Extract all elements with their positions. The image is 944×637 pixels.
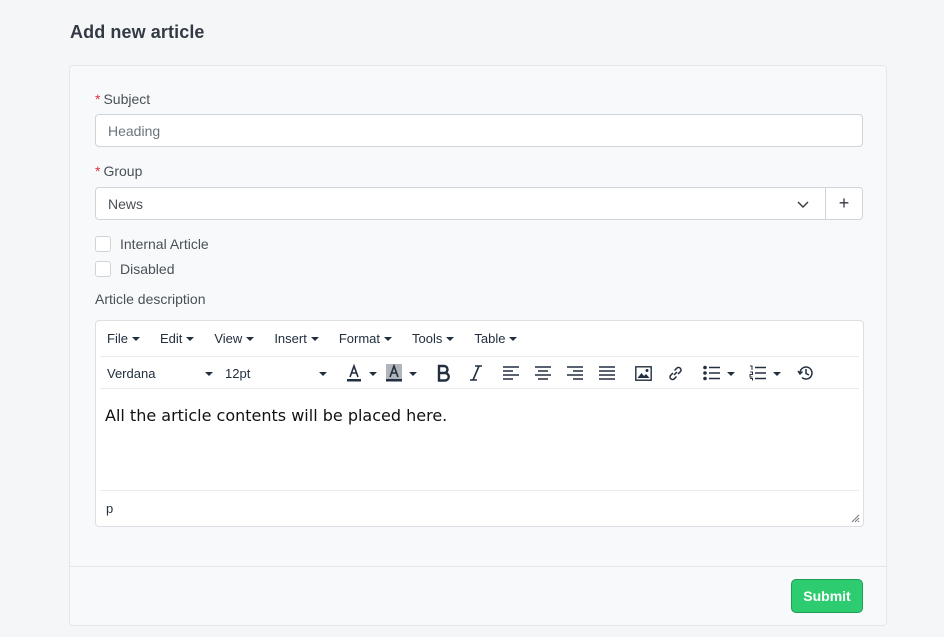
bullet-list-icon — [703, 365, 720, 381]
background-color-icon — [386, 363, 402, 382]
editor-content[interactable]: All the article contents will be placed … — [105, 406, 447, 425]
element-path[interactable]: p — [106, 501, 113, 516]
menu-tools[interactable]: Tools — [412, 330, 455, 346]
caret-icon — [409, 371, 417, 376]
font-size-select[interactable]: 12pt — [225, 357, 327, 389]
subject-label: * Subject — [95, 91, 150, 107]
group-select-value: News — [108, 195, 144, 212]
text-color-icon — [347, 363, 361, 382]
insert-link-button[interactable] — [667, 357, 684, 389]
font-size-value: 12pt — [225, 365, 251, 381]
background-color-button[interactable] — [385, 357, 417, 389]
bold-button[interactable] — [436, 357, 450, 389]
group-select-group: News + — [95, 187, 863, 220]
align-right-button[interactable] — [567, 357, 583, 389]
disabled-checkbox[interactable] — [95, 261, 111, 277]
menu-format[interactable]: Format — [339, 331, 392, 346]
internal-article-checkbox[interactable] — [95, 236, 111, 252]
editor-statusbar: p — [100, 490, 859, 526]
menu-file-label: File — [107, 330, 128, 346]
font-family-value: Verdana — [107, 365, 156, 381]
menu-format-label: Format — [338, 330, 380, 346]
align-center-icon — [535, 366, 551, 380]
caret-icon — [384, 336, 392, 341]
menu-view[interactable]: View — [214, 330, 255, 346]
disabled-label: Disabled — [120, 261, 175, 277]
image-icon — [635, 365, 652, 381]
rich-text-editor: File Edit View Insert Format Tools Table… — [95, 320, 864, 527]
link-icon — [669, 366, 682, 380]
menu-table-label: Table — [474, 330, 506, 346]
italic-icon — [470, 365, 482, 381]
justify-icon — [599, 366, 615, 380]
caret-icon — [131, 336, 140, 341]
group-select[interactable]: News — [96, 188, 825, 219]
numbered-list-icon — [749, 365, 766, 381]
font-family-select[interactable]: Verdana — [107, 357, 213, 389]
caret-icon — [446, 336, 455, 341]
internal-article-option: Internal Article — [95, 236, 209, 252]
menu-edit-label: Edit — [159, 330, 183, 346]
article-form-card: * Subject Heading * Group News + Internal … — [69, 65, 887, 626]
caret-icon — [205, 372, 213, 376]
align-center-button[interactable] — [535, 357, 551, 389]
caret-icon — [369, 371, 377, 376]
justify-button[interactable] — [599, 357, 615, 389]
caret-icon — [310, 336, 319, 341]
editor-menubar: File Edit View Insert Format Tools Table — [96, 321, 863, 355]
menu-file[interactable]: File — [107, 331, 140, 346]
resize-handle-icon[interactable] — [851, 514, 860, 523]
add-group-button[interactable]: + — [825, 188, 862, 219]
disabled-option: Disabled — [95, 261, 174, 277]
submit-button[interactable]: Submit — [791, 579, 863, 613]
subject-label-text: Subject — [103, 91, 151, 107]
required-marker: * — [95, 91, 101, 107]
caret-icon — [509, 336, 518, 341]
bullet-list-button[interactable] — [703, 357, 735, 389]
caret-icon — [246, 336, 255, 341]
italic-button[interactable] — [469, 357, 483, 389]
footer-divider — [70, 566, 886, 567]
menu-view-label: View — [214, 330, 243, 346]
caret-icon — [186, 336, 195, 341]
internal-article-label: Internal Article — [120, 236, 209, 252]
history-button[interactable] — [797, 357, 815, 389]
chevron-down-icon — [797, 201, 809, 208]
page-title: Add new article — [70, 22, 205, 42]
group-label: * Group — [95, 163, 142, 179]
menu-edit[interactable]: Edit — [159, 330, 195, 346]
text-color-button[interactable] — [345, 357, 377, 389]
numbered-list-button[interactable] — [749, 357, 781, 389]
subject-placeholder: Heading — [108, 122, 161, 139]
caret-icon — [727, 371, 735, 376]
bold-icon — [437, 364, 450, 382]
history-icon — [797, 366, 813, 380]
required-marker: * — [95, 163, 101, 179]
description-label: Article description — [95, 291, 206, 307]
group-label-text: Group — [103, 163, 143, 179]
align-right-icon — [567, 366, 583, 380]
insert-image-button[interactable] — [635, 357, 652, 389]
plus-icon: + — [838, 193, 850, 213]
align-left-button[interactable] — [503, 357, 519, 389]
caret-icon — [773, 371, 781, 376]
menu-insert-label: Insert — [274, 330, 307, 346]
menu-table[interactable]: Table — [474, 330, 518, 346]
menu-tools-label: Tools — [412, 330, 443, 346]
menu-insert[interactable]: Insert — [274, 331, 319, 346]
caret-icon — [319, 372, 327, 376]
editor-toolbar: Verdana 12pt — [100, 356, 859, 389]
align-left-icon — [503, 366, 519, 380]
subject-input[interactable]: Heading — [95, 114, 863, 147]
